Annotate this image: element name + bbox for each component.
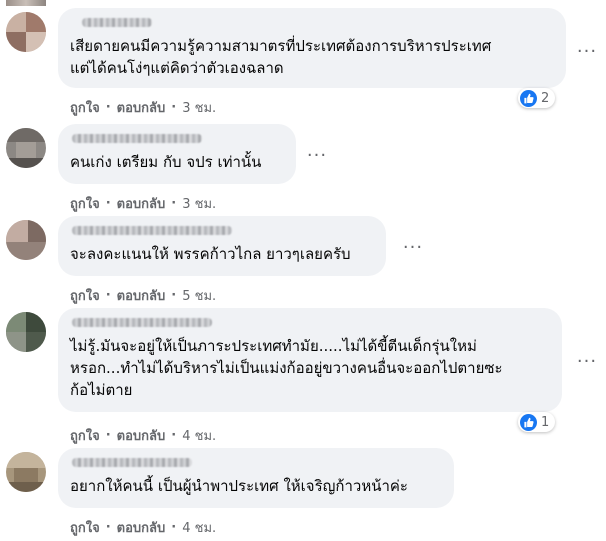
author-name-blurred[interactable] (72, 226, 232, 235)
comment-actions: ถูกใจ · ตอบกลับ · 4 ชม. (70, 517, 216, 538)
comment-text: จะลงคะแนนให้ พรรคก้าวไกล ยาวๆเลยครับ (70, 245, 351, 263)
like-button[interactable]: ถูกใจ (70, 97, 100, 118)
comment-text: ไม่รู้.มันจะอยู่ให้เป็นภาระประเทศทำมัย..… (70, 337, 503, 399)
avatar[interactable] (6, 12, 46, 52)
comment-3: จะลงคะแนนให้ พรรคก้าวไกล ยาวๆเลยครับ ···… (0, 216, 606, 306)
comment-text: อยากให้คนนี้ เป็นผู้นำพาประเทศ ให้เจริญก… (70, 477, 408, 495)
timestamp[interactable]: 3 ชม. (182, 97, 216, 118)
separator-dot: · (171, 100, 177, 115)
timestamp[interactable]: 4 ชม. (182, 517, 216, 538)
reaction-count: 2 (541, 90, 550, 106)
separator-dot: · (171, 428, 177, 443)
avatar[interactable] (6, 128, 46, 168)
like-button[interactable]: ถูกใจ (70, 425, 100, 446)
comment-bubble: จะลงคะแนนให้ พรรคก้าวไกล ยาวๆเลยครับ (58, 216, 386, 276)
more-options-icon[interactable]: ··· (302, 146, 332, 166)
reply-button[interactable]: ตอบกลับ (117, 97, 166, 118)
more-options-icon[interactable]: ··· (398, 238, 428, 258)
like-button[interactable]: ถูกใจ (70, 285, 100, 306)
more-options-icon[interactable]: ··· (572, 352, 602, 372)
author-name-blurred[interactable] (72, 134, 202, 143)
separator-dot: · (105, 428, 111, 443)
separator-dot: · (171, 196, 177, 211)
comment-actions: ถูกใจ · ตอบกลับ · 5 ชม. (70, 285, 216, 306)
reaction-summary[interactable]: 1 (518, 412, 556, 432)
reply-button[interactable]: ตอบกลับ (117, 425, 166, 446)
thumbs-up-icon (520, 89, 537, 107)
previous-avatar-fragment (6, 0, 46, 6)
separator-dot: · (105, 288, 111, 303)
thumbs-up-icon (520, 413, 537, 431)
author-name-blurred[interactable] (82, 18, 152, 27)
like-button[interactable]: ถูกใจ (70, 517, 100, 538)
comment-actions: ถูกใจ · ตอบกลับ · 4 ชม. (70, 425, 216, 446)
author-name-blurred[interactable] (72, 318, 212, 327)
comment-1: เสียดายคนมีความรู้ความสามาตรที่ประเทศต้อ… (0, 8, 606, 118)
comment-text: คนเก่ง เตรียม กับ จปร เท่านั้น (70, 153, 262, 171)
avatar[interactable] (6, 220, 46, 260)
separator-dot: · (105, 520, 111, 535)
avatar[interactable] (6, 312, 46, 352)
comment-bubble: ไม่รู้.มันจะอยู่ให้เป็นภาระประเทศทำมัย..… (58, 308, 562, 412)
comment-4: ไม่รู้.มันจะอยู่ให้เป็นภาระประเทศทำมัย..… (0, 308, 606, 444)
comment-2: คนเก่ง เตรียม กับ จปร เท่านั้น ··· ถูกใจ… (0, 124, 606, 214)
reply-button[interactable]: ตอบกลับ (117, 517, 166, 538)
comment-bubble: เสียดายคนมีความรู้ความสามาตรที่ประเทศต้อ… (58, 8, 566, 88)
separator-dot: · (105, 196, 111, 211)
separator-dot: · (171, 520, 177, 535)
reaction-count: 1 (541, 414, 550, 430)
comment-text: เสียดายคนมีความรู้ความสามาตรที่ประเทศต้อ… (70, 37, 492, 77)
more-options-icon[interactable]: ··· (572, 42, 602, 62)
comment-actions: ถูกใจ · ตอบกลับ · 3 ชม. (70, 193, 216, 214)
author-name-blurred[interactable] (72, 458, 192, 467)
timestamp[interactable]: 4 ชม. (182, 425, 216, 446)
reaction-summary[interactable]: 2 (518, 88, 556, 108)
timestamp[interactable]: 3 ชม. (182, 193, 216, 214)
reply-button[interactable]: ตอบกลับ (117, 193, 166, 214)
comment-bubble: คนเก่ง เตรียม กับ จปร เท่านั้น (58, 124, 296, 184)
like-button[interactable]: ถูกใจ (70, 193, 100, 214)
separator-dot: · (105, 100, 111, 115)
avatar[interactable] (6, 452, 46, 492)
reply-button[interactable]: ตอบกลับ (117, 285, 166, 306)
separator-dot: · (171, 288, 177, 303)
comment-5: อยากให้คนนี้ เป็นผู้นำพาประเทศ ให้เจริญก… (0, 448, 606, 538)
comment-bubble: อยากให้คนนี้ เป็นผู้นำพาประเทศ ให้เจริญก… (58, 448, 454, 508)
comment-actions: ถูกใจ · ตอบกลับ · 3 ชม. (70, 97, 216, 118)
timestamp[interactable]: 5 ชม. (182, 285, 216, 306)
